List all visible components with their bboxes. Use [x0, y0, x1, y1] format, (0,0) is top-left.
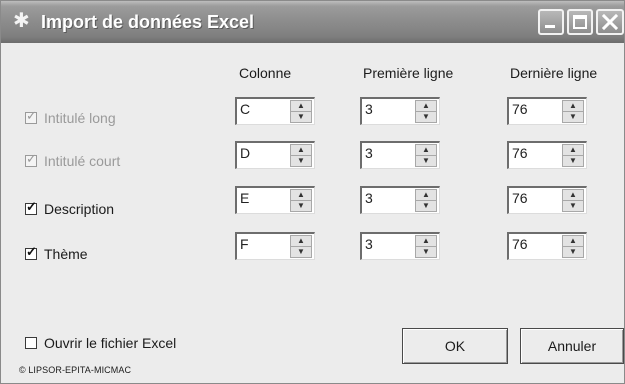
- checkbox-label: Description: [44, 201, 115, 217]
- spin-down-icon[interactable]: ▼: [563, 112, 583, 122]
- premiere-ligne-spinner-intitule-long[interactable]: 3 ▲ ▼: [360, 97, 440, 125]
- spin-down-icon[interactable]: ▼: [291, 156, 311, 166]
- spin-down-icon[interactable]: ▼: [416, 156, 436, 166]
- spinner-arrows[interactable]: ▲ ▼: [290, 100, 312, 123]
- premiere-ligne-spinner-intitule-court[interactable]: 3 ▲ ▼: [360, 141, 440, 169]
- spinner-value[interactable]: 3: [365, 145, 373, 161]
- spinner-arrows[interactable]: ▲ ▼: [290, 235, 312, 258]
- spinner-value[interactable]: C: [240, 101, 250, 117]
- spin-down-icon[interactable]: ▼: [563, 247, 583, 257]
- checkbox-box[interactable]: ✓: [25, 244, 37, 260]
- spin-up-icon[interactable]: ▲: [416, 145, 436, 156]
- spinner-arrows[interactable]: ▲ ▼: [562, 189, 584, 212]
- minimize-icon: [545, 25, 555, 28]
- spinner-arrows[interactable]: ▲ ▼: [415, 100, 437, 123]
- spin-down-icon[interactable]: ▼: [563, 156, 583, 166]
- derniere-ligne-spinner-intitule-long[interactable]: 76 ▲ ▼: [507, 97, 587, 125]
- spin-up-icon[interactable]: ▲: [416, 101, 436, 112]
- spinner-value[interactable]: 76: [512, 236, 528, 252]
- spinner-arrows[interactable]: ▲ ▼: [415, 235, 437, 258]
- spinner-arrows[interactable]: ▲ ▼: [562, 235, 584, 258]
- checkbox-theme[interactable]: ✓ Thème: [25, 245, 88, 263]
- checkbox-box[interactable]: ✓: [25, 108, 37, 124]
- column-header-premiere-ligne: Première ligne: [363, 65, 454, 81]
- spinner-value[interactable]: E: [240, 190, 249, 206]
- close-button[interactable]: [596, 9, 624, 35]
- spin-up-icon[interactable]: ▲: [291, 190, 311, 201]
- spinner-value[interactable]: F: [240, 236, 249, 252]
- colonne-spinner-theme[interactable]: F ▲ ▼: [235, 232, 315, 260]
- spinner-value[interactable]: 76: [512, 190, 528, 206]
- checkbox-box[interactable]: [25, 337, 37, 349]
- spinner-value[interactable]: 3: [365, 190, 373, 206]
- spin-up-icon[interactable]: ▲: [291, 145, 311, 156]
- checkbox-label: Ouvrir le fichier Excel: [44, 335, 177, 351]
- checkmark-icon: ✓: [26, 244, 37, 259]
- spinner-arrows[interactable]: ▲ ▼: [290, 189, 312, 212]
- spin-down-icon[interactable]: ▼: [291, 201, 311, 211]
- copyright-footer: © LIPSOR-EPITA-MICMAC: [19, 365, 132, 375]
- spin-up-icon[interactable]: ▲: [291, 101, 311, 112]
- checkbox-label: Thème: [44, 246, 88, 262]
- spin-up-icon[interactable]: ▲: [416, 236, 436, 247]
- spin-down-icon[interactable]: ▼: [416, 247, 436, 257]
- premiere-ligne-spinner-theme[interactable]: 3 ▲ ▼: [360, 232, 440, 260]
- window-title: Import de données Excel: [41, 12, 255, 32]
- spin-down-icon[interactable]: ▼: [563, 201, 583, 211]
- spinner-arrows[interactable]: ▲ ▼: [415, 189, 437, 212]
- title-bar[interactable]: ✱ Import de données Excel: [1, 1, 624, 43]
- derniere-ligne-spinner-description[interactable]: 76 ▲ ▼: [507, 186, 587, 214]
- app-star-icon: ✱: [13, 10, 30, 32]
- spinner-value[interactable]: 3: [365, 101, 373, 117]
- colonne-spinner-intitule-long[interactable]: C ▲ ▼: [235, 97, 315, 125]
- spinner-arrows[interactable]: ▲ ▼: [562, 144, 584, 167]
- checkbox-intitule-court[interactable]: ✓ Intitulé court: [25, 152, 120, 170]
- checkbox-label: Intitulé court: [44, 153, 121, 169]
- premiere-ligne-spinner-description[interactable]: 3 ▲ ▼: [360, 186, 440, 214]
- spin-down-icon[interactable]: ▼: [416, 201, 436, 211]
- checkbox-box[interactable]: ✓: [25, 151, 37, 167]
- checkbox-box[interactable]: ✓: [25, 199, 37, 215]
- checkbox-ouvrir-fichier-excel[interactable]: Ouvrir le fichier Excel: [25, 334, 176, 352]
- checkbox-description[interactable]: ✓ Description: [25, 200, 114, 218]
- close-icon: [601, 13, 619, 31]
- checkbox-intitule-long[interactable]: ✓ Intitulé long: [25, 109, 116, 127]
- spin-up-icon[interactable]: ▲: [416, 190, 436, 201]
- checkbox-label: Intitulé long: [44, 110, 116, 126]
- spin-up-icon[interactable]: ▲: [291, 236, 311, 247]
- colonne-spinner-intitule-court[interactable]: D ▲ ▼: [235, 141, 315, 169]
- checkmark-icon: ✓: [26, 199, 37, 214]
- spinner-value[interactable]: 76: [512, 101, 528, 117]
- maximize-button[interactable]: [567, 9, 593, 35]
- spin-down-icon[interactable]: ▼: [291, 247, 311, 257]
- spinner-arrows[interactable]: ▲ ▼: [290, 144, 312, 167]
- spinner-arrows[interactable]: ▲ ▼: [415, 144, 437, 167]
- derniere-ligne-spinner-theme[interactable]: 76 ▲ ▼: [507, 232, 587, 260]
- derniere-ligne-spinner-intitule-court[interactable]: 76 ▲ ▼: [507, 141, 587, 169]
- spinner-value[interactable]: D: [240, 145, 250, 161]
- checkmark-icon: ✓: [26, 151, 37, 166]
- column-header-colonne: Colonne: [239, 65, 292, 81]
- ok-button[interactable]: OK: [402, 328, 508, 364]
- spin-down-icon[interactable]: ▼: [416, 112, 436, 122]
- column-header-derniere-ligne: Dernière ligne: [510, 65, 598, 81]
- spin-up-icon[interactable]: ▲: [563, 190, 583, 201]
- spin-up-icon[interactable]: ▲: [563, 101, 583, 112]
- import-dialog: ✱ Import de données Excel Colonne Premiè…: [0, 0, 625, 384]
- spin-up-icon[interactable]: ▲: [563, 145, 583, 156]
- colonne-spinner-description[interactable]: E ▲ ▼: [235, 186, 315, 214]
- maximize-icon: [573, 15, 587, 29]
- checkmark-icon: ✓: [26, 108, 37, 123]
- spinner-value[interactable]: 76: [512, 145, 528, 161]
- spinner-arrows[interactable]: ▲ ▼: [562, 100, 584, 123]
- spinner-value[interactable]: 3: [365, 236, 373, 252]
- minimize-button[interactable]: [538, 9, 564, 35]
- cancel-button[interactable]: Annuler: [520, 328, 624, 364]
- spin-down-icon[interactable]: ▼: [291, 112, 311, 122]
- spin-up-icon[interactable]: ▲: [563, 236, 583, 247]
